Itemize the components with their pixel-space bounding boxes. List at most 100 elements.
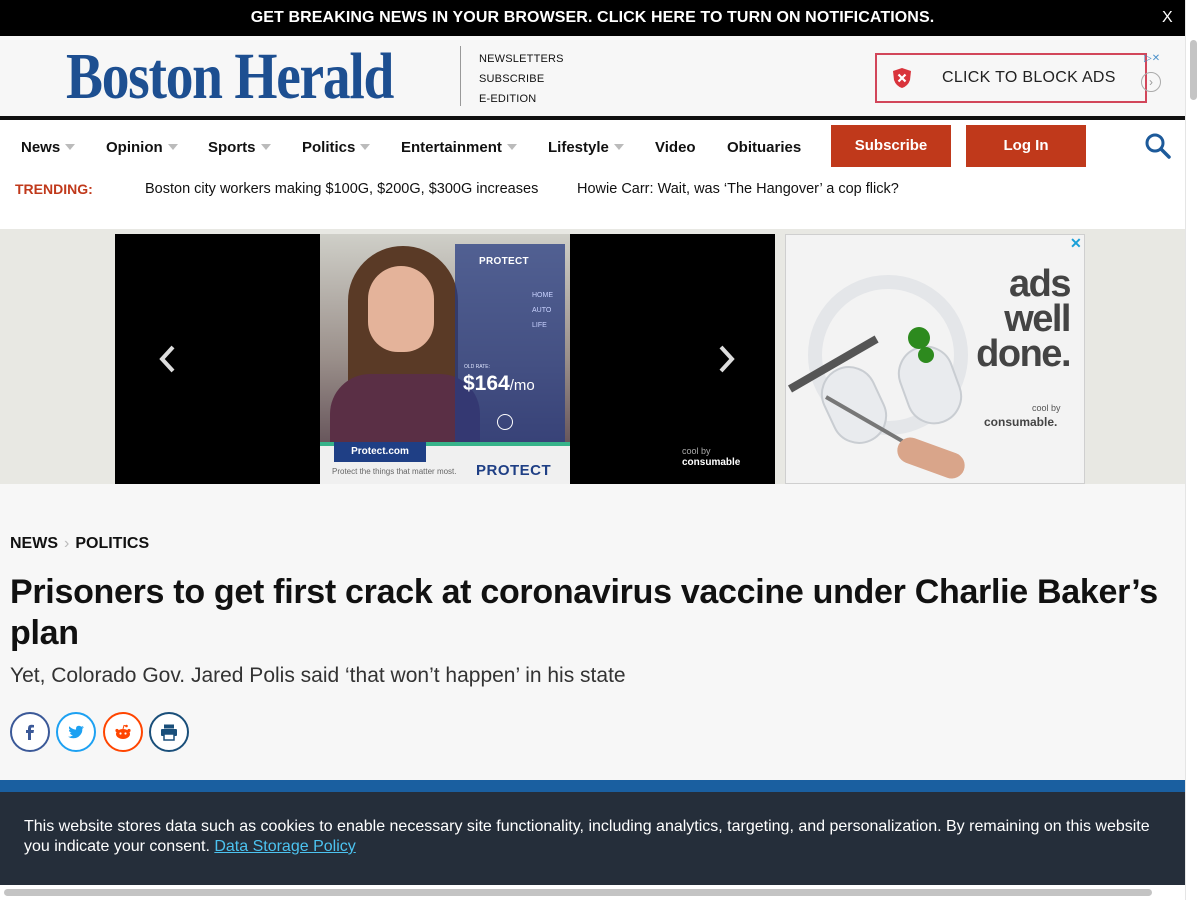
trending-link[interactable]: Howie Carr: Wait, was ‘The Hangover’ a c… xyxy=(577,181,899,197)
nav-item-label: Politics xyxy=(302,139,356,156)
cookie-text: This website stores data such as cookies… xyxy=(24,817,1164,857)
masthead-divider xyxy=(460,46,461,106)
consumable-watermark: cool by consumable xyxy=(682,446,740,468)
nav-item-label: Lifestyle xyxy=(548,139,609,156)
consumable-label: consumable. xyxy=(984,415,1058,429)
block-ads-button[interactable]: CLICK TO BLOCK ADS › xyxy=(875,53,1161,103)
caret-down-icon xyxy=(360,144,371,150)
data-storage-policy-link[interactable]: Data Storage Policy xyxy=(214,838,355,855)
nav-item-label: Opinion xyxy=(106,139,163,156)
notification-bar: GET BREAKING NEWS IN YOUR BROWSER. CLICK… xyxy=(0,0,1200,36)
e-edition-link[interactable]: E-EDITION xyxy=(479,89,564,109)
cursor-circle-icon xyxy=(497,414,513,430)
subscribe-button[interactable]: Subscribe xyxy=(831,125,951,167)
search-icon[interactable] xyxy=(1144,132,1172,160)
price-label: $164/mo xyxy=(463,372,535,396)
chevron-right-icon[interactable] xyxy=(711,341,741,377)
cool-by-label: cool by xyxy=(1032,403,1061,413)
consumable-label: consumable xyxy=(682,457,741,468)
protect-menu: HOME AUTO LIFE xyxy=(532,288,553,333)
nav-item-label: Video xyxy=(655,139,696,156)
breadcrumb-news[interactable]: NEWS xyxy=(10,535,58,552)
chevron-right-icon: › xyxy=(1141,72,1161,92)
trending-label: TRENDING: xyxy=(15,181,93,197)
reddit-icon xyxy=(115,724,131,739)
nav-item-politics[interactable]: Politics xyxy=(302,139,371,156)
leaf-image xyxy=(908,327,930,349)
notification-link[interactable]: GET BREAKING NEWS IN YOUR BROWSER. CLICK… xyxy=(0,9,1185,27)
protect-menu-item: HOME xyxy=(532,292,553,299)
section-divider xyxy=(0,780,1185,792)
caret-down-icon xyxy=(260,144,271,150)
close-icon[interactable]: ✕ xyxy=(1070,235,1082,252)
print-button[interactable] xyxy=(149,712,189,752)
nav-item-entertainment[interactable]: Entertainment xyxy=(401,139,517,156)
block-ads-label: CLICK TO BLOCK ADS xyxy=(942,69,1116,86)
main-nav: News Opinion Sports Politics Entertainme… xyxy=(0,120,1185,172)
nav-item-video[interactable]: Video xyxy=(655,139,696,156)
protect-footer: Protect.com Protect the things that matt… xyxy=(320,442,570,484)
chevron-left-icon[interactable] xyxy=(153,341,183,377)
cool-by-label: cool by xyxy=(682,446,711,456)
nav-item-label: Entertainment xyxy=(401,139,502,156)
article-header: NEWS › POLITICS Prisoners to get first cra… xyxy=(0,484,1185,780)
shield-x-icon xyxy=(893,68,911,88)
caret-down-icon xyxy=(167,144,178,150)
trending-link[interactable]: Boston city workers making $100G, $200G,… xyxy=(145,181,538,197)
leaf-image xyxy=(918,347,934,363)
breadcrumb-politics[interactable]: POLITICS xyxy=(75,535,149,552)
caret-down-icon xyxy=(506,144,517,150)
horizontal-scrollbar-thumb[interactable] xyxy=(4,889,1152,896)
presenter-face xyxy=(368,266,434,352)
site-logo[interactable]: Boston Herald xyxy=(66,44,394,110)
newsletters-link[interactable]: NEWSLETTERS xyxy=(479,49,564,69)
nav-item-news[interactable]: News xyxy=(21,139,76,156)
protect-brand: PROTECT xyxy=(479,256,529,267)
horizontal-scrollbar[interactable] xyxy=(0,885,1185,900)
nav-item-obituaries[interactable]: Obituaries xyxy=(727,139,801,156)
print-icon xyxy=(161,724,177,741)
video-ad[interactable]: PROTECT HOME AUTO LIFE OLD RATE: $164/mo… xyxy=(115,234,775,484)
price-unit: /mo xyxy=(509,377,535,394)
nav-item-label: News xyxy=(21,139,61,156)
twitter-icon xyxy=(68,725,84,739)
price-value: $164 xyxy=(463,372,510,395)
trending-bar: TRENDING: Boston city workers making $10… xyxy=(0,172,1185,229)
masthead: Boston Herald NEWSLETTERS SUBSCRIBE E-ED… xyxy=(0,36,1185,118)
article-subhead: Yet, Colorado Gov. Jared Polis said ‘tha… xyxy=(10,664,626,687)
protect-menu-item: AUTO xyxy=(532,307,552,314)
masthead-links: NEWSLETTERS SUBSCRIBE E-EDITION xyxy=(479,49,564,109)
article-headline: Prisoners to get first crack at coronavi… xyxy=(10,573,1158,652)
old-rate-label: OLD RATE: xyxy=(464,364,491,370)
login-button[interactable]: Log In xyxy=(966,125,1086,167)
nav-item-opinion[interactable]: Opinion xyxy=(106,139,178,156)
ad-choices-icon[interactable]: ▷✕ xyxy=(1144,53,1160,64)
facebook-share-button[interactable] xyxy=(10,712,50,752)
protect-menu-item: LIFE xyxy=(532,322,547,329)
video-frame: PROTECT HOME AUTO LIFE OLD RATE: $164/mo… xyxy=(320,234,570,484)
breadcrumb: NEWS › POLITICS xyxy=(10,535,149,553)
hand-image xyxy=(893,433,969,483)
caret-down-icon xyxy=(65,144,76,150)
nav-item-lifestyle[interactable]: Lifestyle xyxy=(548,139,624,156)
facebook-icon xyxy=(26,724,34,740)
caret-down-icon xyxy=(613,144,624,150)
protect-panel: PROTECT HOME AUTO LIFE OLD RATE: $164/mo xyxy=(455,244,565,444)
nav-item-label: Sports xyxy=(208,139,256,156)
cookie-message: This website stores data such as cookies… xyxy=(24,818,1150,855)
nav-item-label: Obituaries xyxy=(727,139,802,156)
side-ad[interactable]: ✕ ads well done. cool by consumable. xyxy=(785,234,1085,484)
vertical-scrollbar-thumb[interactable] xyxy=(1190,40,1197,100)
twitter-share-button[interactable] xyxy=(56,712,96,752)
vertical-scrollbar[interactable] xyxy=(1185,0,1200,900)
protect-logo: PROTECT xyxy=(476,462,552,479)
subscribe-link[interactable]: SUBSCRIBE xyxy=(479,69,564,89)
notification-close-button[interactable]: X xyxy=(1162,9,1173,27)
nav-item-sports[interactable]: Sports xyxy=(208,139,271,156)
breadcrumb-separator-icon: › xyxy=(64,535,70,552)
protect-site-label: Protect.com xyxy=(334,442,426,462)
cookie-banner: This website stores data such as cookies… xyxy=(0,792,1185,885)
ad-headline-line: done. xyxy=(976,333,1071,375)
reddit-share-button[interactable] xyxy=(103,712,143,752)
protect-tagline: Protect the things that matter most. xyxy=(332,467,457,476)
